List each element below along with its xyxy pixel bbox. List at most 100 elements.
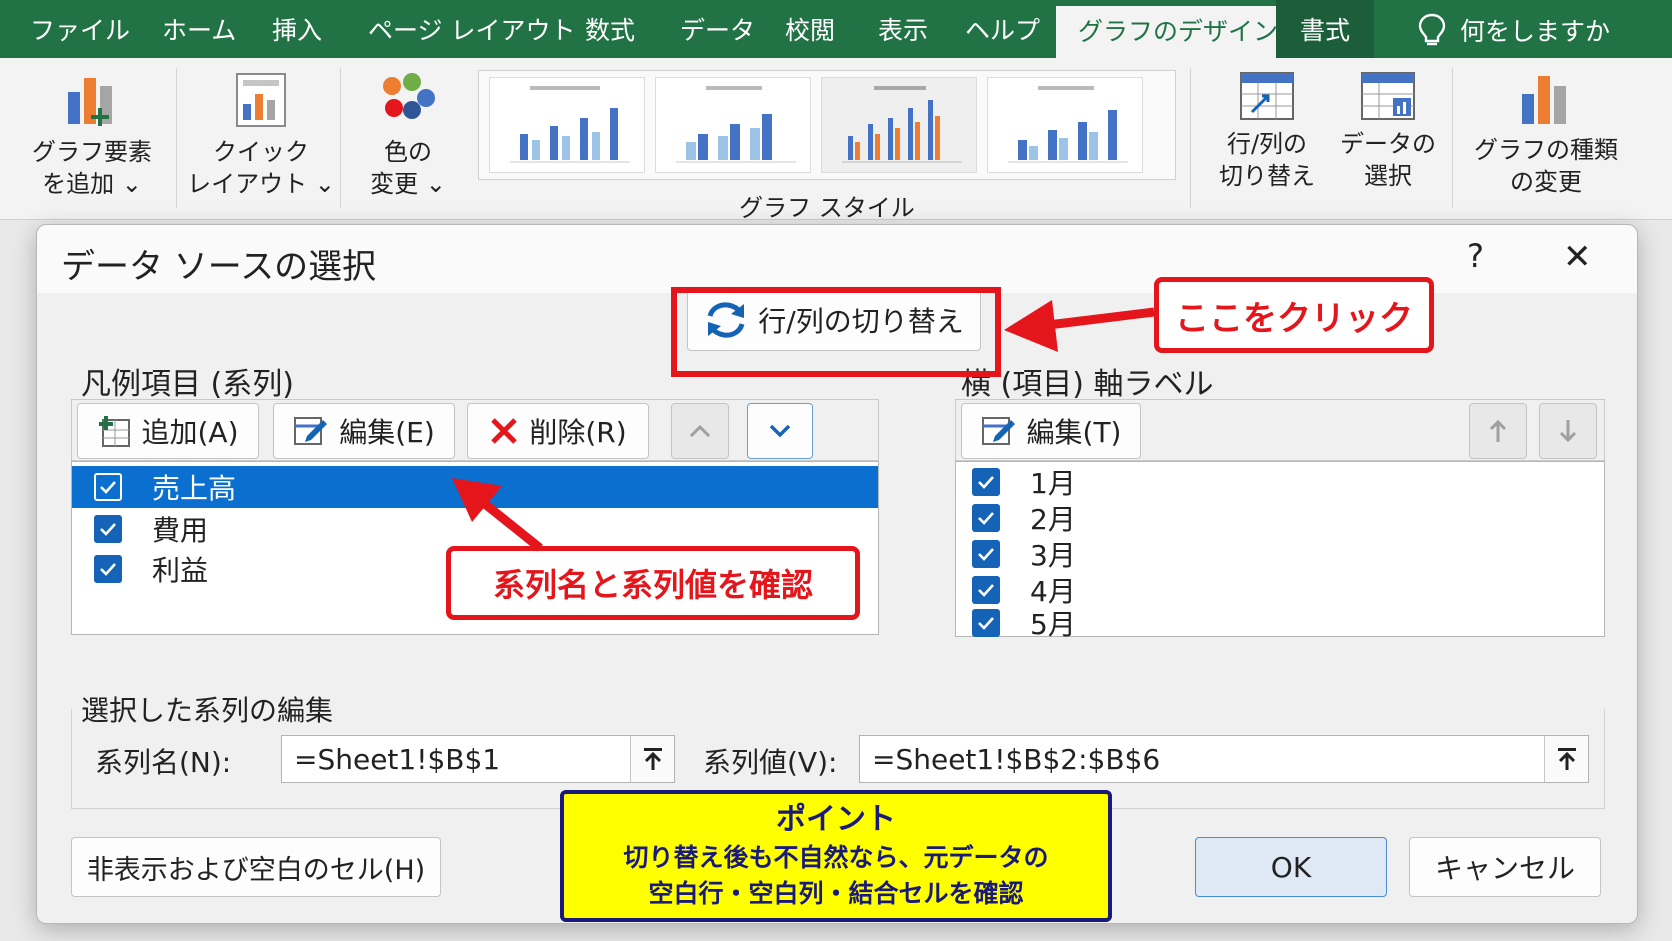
collapse-range-button[interactable] (1544, 736, 1588, 782)
point-note-line-2: 空白行・空白列・結合セルを確認 (648, 879, 1024, 908)
bar-chart-icon (1008, 86, 1128, 163)
tab-data[interactable]: データ (680, 0, 755, 58)
upload-arrow-icon (643, 748, 662, 770)
edit-pencil-icon (294, 417, 328, 445)
tab-file[interactable]: ファイル (30, 0, 130, 58)
series-row-sales[interactable]: 売上高 (72, 466, 878, 508)
point-note-title: ポイント (776, 802, 896, 837)
ok-button[interactable]: OK (1195, 837, 1387, 897)
tell-me-search[interactable]: 何をしますか (1418, 10, 1610, 50)
axis-move-down-button[interactable] (1539, 403, 1597, 459)
chart-style-thumb[interactable] (821, 77, 977, 173)
change-chart-type-button[interactable]: グラフの種類 の変更 (1466, 58, 1626, 198)
change-chart-type-label-1: グラフの種類 (1474, 136, 1618, 164)
help-button[interactable]: ? (1467, 237, 1484, 275)
quick-layout-icon (236, 73, 286, 127)
tab-help[interactable]: ヘルプ (965, 0, 1040, 58)
add-chart-element-label-2: を追加 ⌄ (42, 170, 142, 198)
edit-series-button[interactable]: 編集(E) (273, 403, 455, 459)
series-name-value: =Sheet1!$B$1 (294, 742, 501, 776)
chart-style-thumb[interactable] (987, 77, 1143, 173)
collapse-range-button[interactable] (630, 736, 674, 782)
switch-row-column-label-1: 行/列の (1226, 130, 1308, 158)
delete-x-icon (491, 418, 518, 444)
tab-page-layout[interactable]: ページ レイアウト (368, 0, 575, 58)
upload-arrow-icon (1557, 748, 1576, 770)
ribbon-separator (1452, 68, 1453, 208)
checkbox-checked-icon[interactable] (94, 555, 122, 583)
checkbox-checked-icon[interactable] (972, 576, 1000, 604)
quick-layout-button[interactable]: クイック レイアウト ⌄ (186, 58, 336, 200)
series-label: 費用 (152, 514, 209, 547)
switch-row-column-ribbon-button[interactable]: 行/列の 切り替え (1210, 58, 1324, 192)
quick-layout-label-2: レイアウト ⌄ (187, 170, 335, 198)
add-series-label: 追加(A) (141, 416, 239, 449)
move-down-button[interactable] (747, 403, 813, 459)
axis-category-list[interactable]: 1月 2月 3月 4月 5月 (955, 461, 1605, 641)
point-note: ポイント 切り替え後も不自然なら、元データの 空白行・空白列・結合セルを確認 (560, 790, 1112, 922)
checkbox-checked-icon[interactable] (972, 609, 1000, 637)
delete-series-button[interactable]: 削除(R) (467, 403, 649, 459)
cancel-button[interactable]: キャンセル (1409, 837, 1601, 897)
series-name-label: 系列名(N): (95, 746, 232, 779)
series-values-input[interactable]: =Sheet1!$B$2:$B$6 (859, 735, 1589, 783)
checkbox-checked-icon[interactable] (972, 540, 1000, 568)
hidden-empty-cells-button[interactable]: 非表示および空白のセル(H) (71, 837, 441, 897)
chart-style-thumb[interactable] (655, 77, 811, 173)
edit-pencil-icon (981, 417, 1015, 445)
tab-insert[interactable]: 挿入 (272, 0, 322, 58)
checkbox-checked-icon[interactable] (972, 504, 1000, 532)
ribbon-separator (1190, 68, 1191, 208)
category-label: 5月 (1030, 608, 1076, 641)
category-label: 1月 (1030, 467, 1076, 500)
series-row-cost[interactable]: 費用 (72, 508, 878, 550)
checkbox-checked-icon[interactable] (94, 473, 122, 501)
close-button[interactable]: ✕ (1563, 237, 1592, 277)
check-series-callout: 系列名と系列値を確認 (446, 546, 860, 620)
click-here-callout: ここをクリック (1154, 277, 1434, 353)
change-colors-label-2: 変更 ⌄ (370, 170, 446, 198)
chart-style-thumb[interactable] (489, 77, 645, 173)
category-label: 2月 (1030, 503, 1076, 536)
ribbon-chart-design: グラフ要素 を追加 ⌄ クイック レイアウト ⌄ 色の 変更 ⌄ グラフ スタイ… (0, 58, 1672, 222)
checkbox-checked-icon[interactable] (972, 468, 1000, 496)
category-row[interactable]: 3月 (956, 536, 1604, 572)
series-label: 利益 (152, 554, 209, 587)
bar-chart-icon (510, 86, 630, 163)
ribbon-separator (176, 68, 177, 208)
change-colors-button[interactable]: 色の 変更 ⌄ (350, 58, 466, 200)
axis-move-up-button[interactable] (1469, 403, 1527, 459)
tab-format[interactable]: 書式 (1276, 0, 1375, 58)
select-data-label-1: データの (1340, 130, 1436, 158)
chart-style-gallery[interactable] (478, 70, 1176, 180)
edit-series-label: 編集(E) (339, 416, 435, 449)
series-values-value: =Sheet1!$B$2:$B$6 (872, 742, 1161, 776)
tab-review[interactable]: 校閲 (785, 0, 835, 58)
point-note-line-1: 切り替え後も不自然なら、元データの (623, 843, 1049, 872)
ribbon-tab-bar: ファイル ホーム 挿入 ページ レイアウト 数式 データ 校閲 表示 ヘルプ グ… (0, 0, 1672, 58)
series-label: 売上高 (152, 472, 237, 505)
checkbox-checked-icon[interactable] (94, 515, 122, 543)
series-name-input[interactable]: =Sheet1!$B$1 (281, 735, 675, 783)
add-series-button[interactable]: 追加(A) (77, 403, 259, 459)
category-row[interactable]: 5月 (956, 608, 1604, 641)
quick-layout-label-1: クイック (213, 138, 309, 166)
tab-chart-design[interactable]: グラフのデザイン (1056, 0, 1301, 58)
add-chart-element-button[interactable]: グラフ要素 を追加 ⌄ (18, 58, 166, 200)
chart-element-icon (68, 78, 112, 126)
tab-home[interactable]: ホーム (162, 0, 236, 58)
ribbon-separator (340, 68, 341, 208)
switch-row-column-icon (1240, 72, 1294, 120)
select-data-button[interactable]: データの 選択 (1326, 58, 1450, 192)
delete-series-label: 削除(R) (529, 416, 627, 449)
category-row[interactable]: 1月 (956, 464, 1604, 500)
edit-axis-label: 編集(T) (1026, 416, 1122, 449)
edit-axis-button[interactable]: 編集(T) (961, 403, 1141, 459)
select-data-icon (1361, 72, 1415, 120)
select-data-label-2: 選択 (1364, 162, 1412, 190)
category-row[interactable]: 2月 (956, 500, 1604, 536)
tab-formulas[interactable]: 数式 (585, 0, 635, 58)
arrow-up-icon (1489, 419, 1507, 442)
tab-view[interactable]: 表示 (878, 0, 928, 58)
move-up-button[interactable] (671, 403, 729, 459)
